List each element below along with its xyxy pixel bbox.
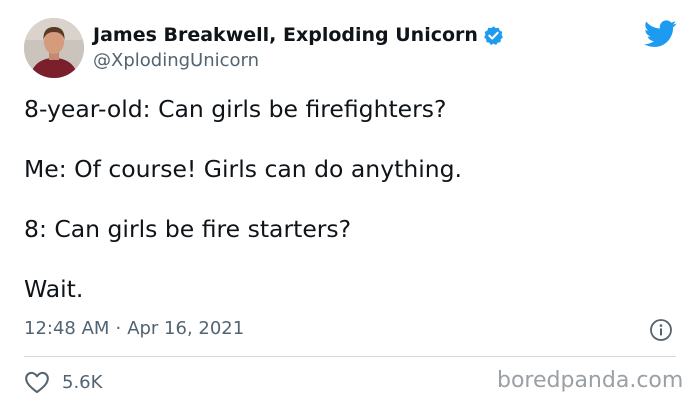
tweet-line: 8: Can girls be fire starters?: [24, 215, 352, 243]
timestamp-separator: ·: [115, 318, 122, 339]
twitter-bird-icon[interactable]: [644, 20, 677, 48]
watermark: boredpanda.com: [497, 368, 684, 393]
like-count: 5.6K: [62, 371, 103, 393]
tweet-line: Wait.: [24, 275, 84, 303]
like-button[interactable]: 5.6K: [24, 370, 102, 394]
tweet-time: 12:48 AM: [24, 318, 110, 339]
tweet-timestamp[interactable]: 12:48 AM · Apr 16, 2021: [24, 318, 244, 339]
heart-icon[interactable]: [24, 370, 50, 394]
tweet-date: Apr 16, 2021: [127, 318, 245, 339]
author-name[interactable]: James Breakwell, Exploding Unicorn: [93, 24, 478, 46]
avatar-image: [24, 18, 84, 78]
tweet-card: James Breakwell, Exploding Unicorn @Xplo…: [0, 0, 700, 410]
author-handle[interactable]: @XplodingUnicorn: [93, 50, 504, 71]
author-block: James Breakwell, Exploding Unicorn @Xplo…: [93, 22, 504, 71]
tweet-line: 8-year-old: Can girls be firefighters?: [24, 95, 447, 123]
avatar[interactable]: [24, 18, 84, 78]
author-line: James Breakwell, Exploding Unicorn: [93, 22, 504, 48]
tweet-line: Me: Of course! Girls can do anything.: [24, 155, 463, 183]
verified-badge-icon: [483, 25, 504, 46]
divider: [24, 356, 676, 357]
info-icon[interactable]: [649, 318, 673, 342]
tweet-text: 8-year-old: Can girls be firefighters? M…: [24, 93, 674, 333]
